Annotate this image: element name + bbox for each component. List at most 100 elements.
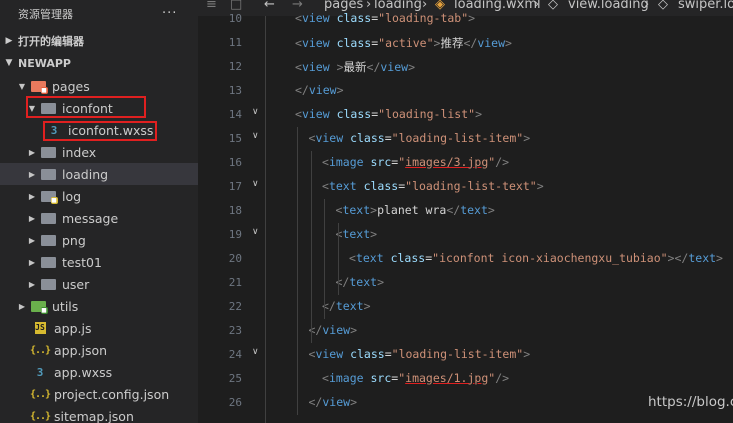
code-token: > <box>336 82 344 97</box>
code-line[interactable]: </text> <box>336 275 385 289</box>
code-line[interactable]: <view class="loading-list-item"> <box>309 131 531 145</box>
tree-item-label: app.wxss <box>54 364 113 380</box>
code-token: < <box>349 250 356 265</box>
code-line[interactable]: </view> <box>309 323 358 337</box>
fold-chevron-icon[interactable]: ∨ <box>252 179 259 189</box>
chevron-right-icon: › <box>644 0 650 12</box>
line-number: 16 <box>228 155 242 169</box>
fold-chevron-icon[interactable]: ∨ <box>252 131 259 141</box>
code-line[interactable]: <image src="images/1.jpg"/> <box>322 371 509 385</box>
tree-item-index[interactable]: ▶ index <box>0 141 198 163</box>
code-token: class <box>390 250 426 265</box>
indent-guide <box>310 150 312 343</box>
line-number: 22 <box>228 299 242 313</box>
code-token: > <box>377 274 384 289</box>
code-token: view <box>322 394 351 409</box>
tree-item-label: sitemap.json <box>54 408 134 423</box>
tree-item-utils[interactable]: ▶ ■ utils <box>0 295 198 317</box>
tree-item-project-config-json[interactable]: {..} project.config.json <box>0 383 198 405</box>
code-line[interactable]: </text> <box>322 299 371 313</box>
highlight-box <box>26 96 146 118</box>
code-token: view <box>322 322 351 337</box>
project-section[interactable]: ▼ NEWAPP <box>0 52 198 74</box>
chevron-right-icon: ▶ <box>28 169 36 179</box>
code-line[interactable]: <view class="loading-list-item"> <box>309 347 531 361</box>
code-line[interactable]: <text class="loading-list-text"> <box>322 179 544 193</box>
code-token: 推荐 <box>440 35 464 50</box>
code-token: > <box>505 35 512 50</box>
tree-item-log[interactable]: ▶ ■ log <box>0 185 198 207</box>
tree-item-user[interactable]: ▶ user <box>0 273 198 295</box>
tree-item-label: message <box>62 210 119 226</box>
menu-icon[interactable]: ≡ <box>206 0 217 12</box>
code-token: class <box>336 35 372 50</box>
code-token: = <box>384 130 392 145</box>
code-line[interactable]: <text>planet wra</text> <box>336 203 495 217</box>
more-actions-button[interactable]: ··· <box>162 6 177 21</box>
chevron-right-icon: ▶ <box>5 36 13 46</box>
code-token: /> <box>495 370 510 385</box>
code-line[interactable]: <image src="images/3.jpg"/> <box>322 155 509 169</box>
bookmark-icon[interactable]: □ <box>230 0 242 12</box>
tree-item-pages[interactable]: ▼ ■ pages <box>0 75 198 97</box>
code-token: </ <box>295 82 309 97</box>
code-token: images/1.jpg <box>405 370 489 385</box>
open-editors-section[interactable]: ▶ 打开的编辑器 <box>0 30 198 52</box>
code-line[interactable]: <view class="active">推荐</view> <box>295 35 512 51</box>
fold-chevron-icon[interactable]: ∨ <box>252 107 259 117</box>
code-line[interactable]: </view> <box>295 83 344 97</box>
tree-item-label: loading <box>62 166 109 182</box>
tree-item-label: png <box>62 232 86 248</box>
code-token: view <box>477 35 506 50</box>
tree-item-test01[interactable]: ▶ test01 <box>0 251 198 273</box>
tree-item-app-wxss[interactable]: 3 app.wxss <box>0 361 198 383</box>
folder-icon: ■ <box>30 299 48 314</box>
line-number: 17 <box>228 179 242 193</box>
code-token: class <box>336 10 372 25</box>
indent-guide <box>324 198 325 319</box>
code-line[interactable]: </view> <box>309 395 358 409</box>
code-line[interactable]: <view class="loading-list"> <box>295 107 482 121</box>
code-token: > <box>468 10 476 25</box>
code-token: > <box>370 226 378 241</box>
fold-chevron-icon[interactable]: ∨ <box>252 227 259 237</box>
tree-item-app-json[interactable]: {..} app.json <box>0 339 198 361</box>
code-token: < <box>322 370 329 385</box>
code-token: view <box>301 59 330 74</box>
tree-item-message[interactable]: ▶ message <box>0 207 198 229</box>
chevron-right-icon: ▶ <box>28 235 36 245</box>
code-line[interactable]: <text> <box>336 227 378 241</box>
folder-icon <box>40 167 56 181</box>
code-token: = <box>384 346 392 361</box>
tree-item-sitemap-json[interactable]: {..} sitemap.json <box>0 405 198 423</box>
indent-guide <box>297 126 298 415</box>
indent-guide <box>265 16 266 423</box>
chevron-down-icon: ▼ <box>18 81 26 91</box>
code-token: images/3.jpg <box>405 154 489 169</box>
css-file-icon: 3 <box>36 365 44 379</box>
code-token: class <box>336 106 372 121</box>
chevron-down-icon: ▼ <box>5 58 13 68</box>
tree-item-png[interactable]: ▶ png <box>0 229 198 251</box>
code-token: > <box>487 202 495 217</box>
fold-chevron-icon[interactable]: ∨ <box>252 347 259 357</box>
code-line[interactable]: <view class="loading-tab"> <box>295 11 475 25</box>
code-line[interactable]: <text class="iconfont icon-xiaochengxu_t… <box>349 251 723 265</box>
line-number: 24 <box>228 347 242 361</box>
tree-item-loading[interactable]: ▶ loading <box>0 163 198 185</box>
cube-icon: ◇ <box>548 0 558 12</box>
breadcrumb-item[interactable]: swiper.loa <box>678 0 733 12</box>
tree-item-app-js[interactable]: JS app.js <box>0 317 198 339</box>
folder-image-icon: ■ <box>40 189 58 204</box>
code-token: > <box>350 322 357 337</box>
code-line[interactable]: <view >最新</view> <box>295 59 415 75</box>
back-arrow-icon[interactable]: ← <box>264 0 275 12</box>
breadcrumb-item[interactable]: view.loading <box>568 0 649 12</box>
code-token: </ <box>463 35 478 50</box>
line-number: 15 <box>228 131 242 145</box>
code-token: > <box>523 130 531 145</box>
